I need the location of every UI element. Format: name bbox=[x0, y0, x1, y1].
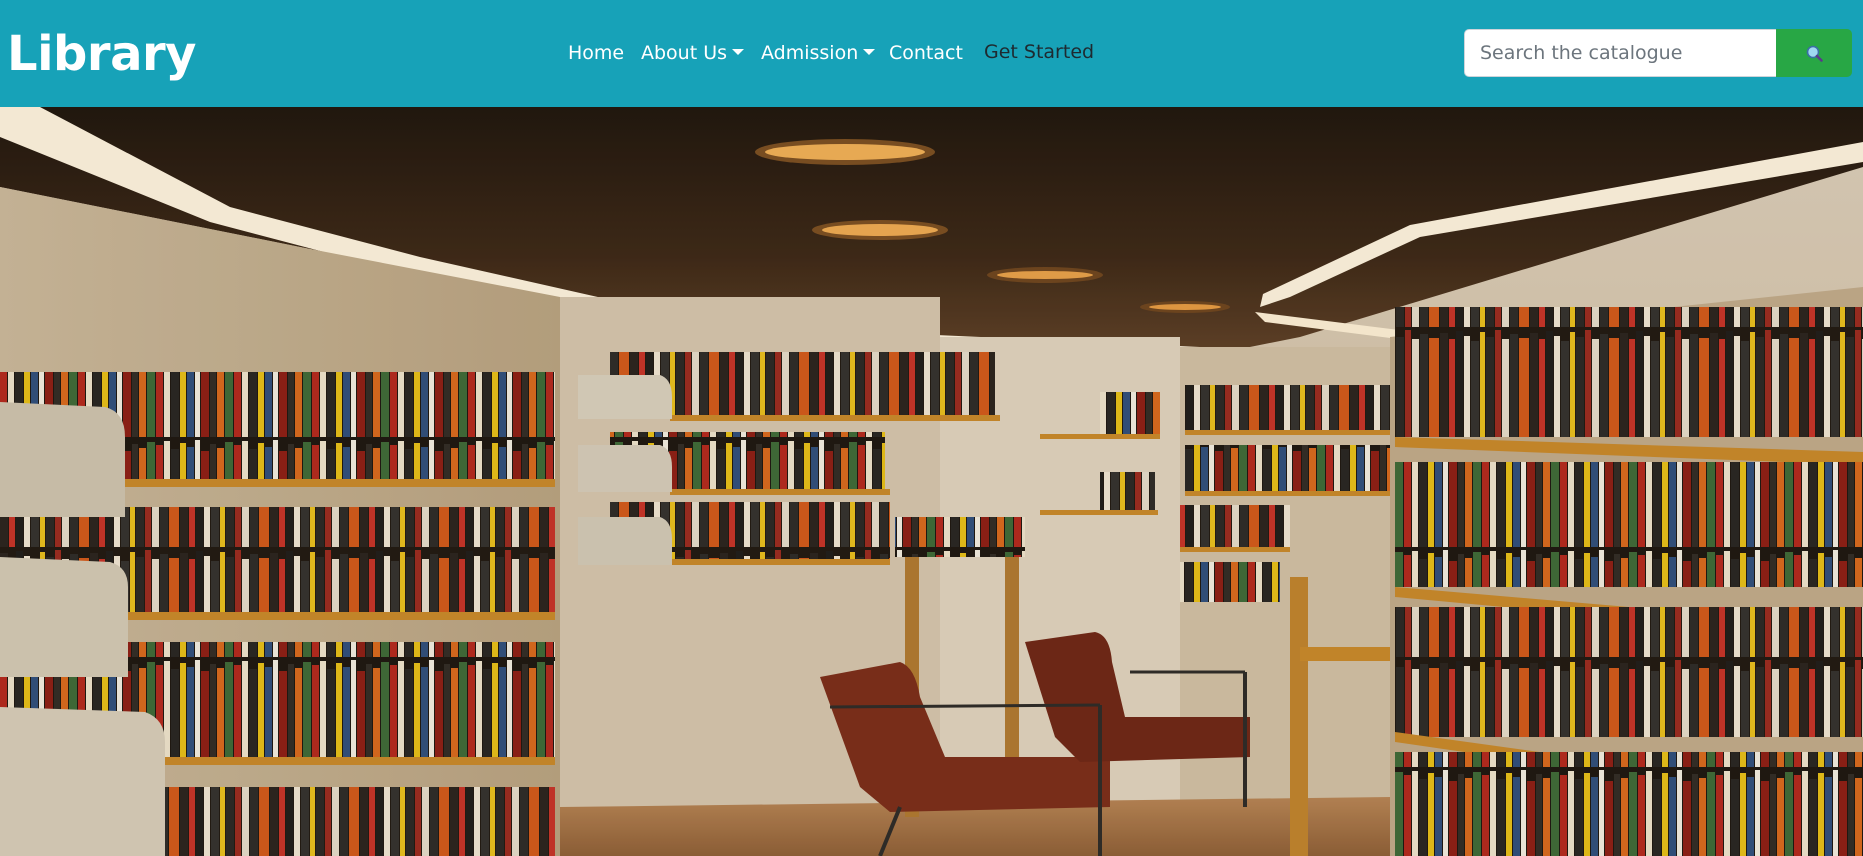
nav-contact[interactable]: Contact bbox=[889, 38, 963, 68]
caret-down-icon bbox=[732, 49, 745, 55]
nav-home-label: Home bbox=[568, 42, 625, 64]
get-started-link[interactable]: Get Started bbox=[984, 37, 1094, 67]
search-button[interactable] bbox=[1776, 29, 1852, 77]
catalogue-search-input[interactable] bbox=[1464, 29, 1776, 77]
top-navbar: Library Home About Us Admission Contact … bbox=[0, 0, 1863, 107]
nav-home[interactable]: Home bbox=[568, 38, 624, 68]
library-interior-photo bbox=[0, 107, 1863, 856]
hero-banner bbox=[0, 107, 1863, 856]
caret-down-icon bbox=[863, 49, 876, 55]
nav-admission-dropdown[interactable]: Admission bbox=[761, 38, 876, 68]
nav-contact-label: Contact bbox=[889, 42, 963, 64]
search-icon bbox=[1806, 45, 1823, 62]
nav-admission-label: Admission bbox=[761, 42, 859, 64]
nav-about-us-dropdown[interactable]: About Us bbox=[641, 38, 745, 68]
brand-logo[interactable]: Library bbox=[7, 22, 196, 86]
nav-about-us-label: About Us bbox=[641, 42, 728, 64]
